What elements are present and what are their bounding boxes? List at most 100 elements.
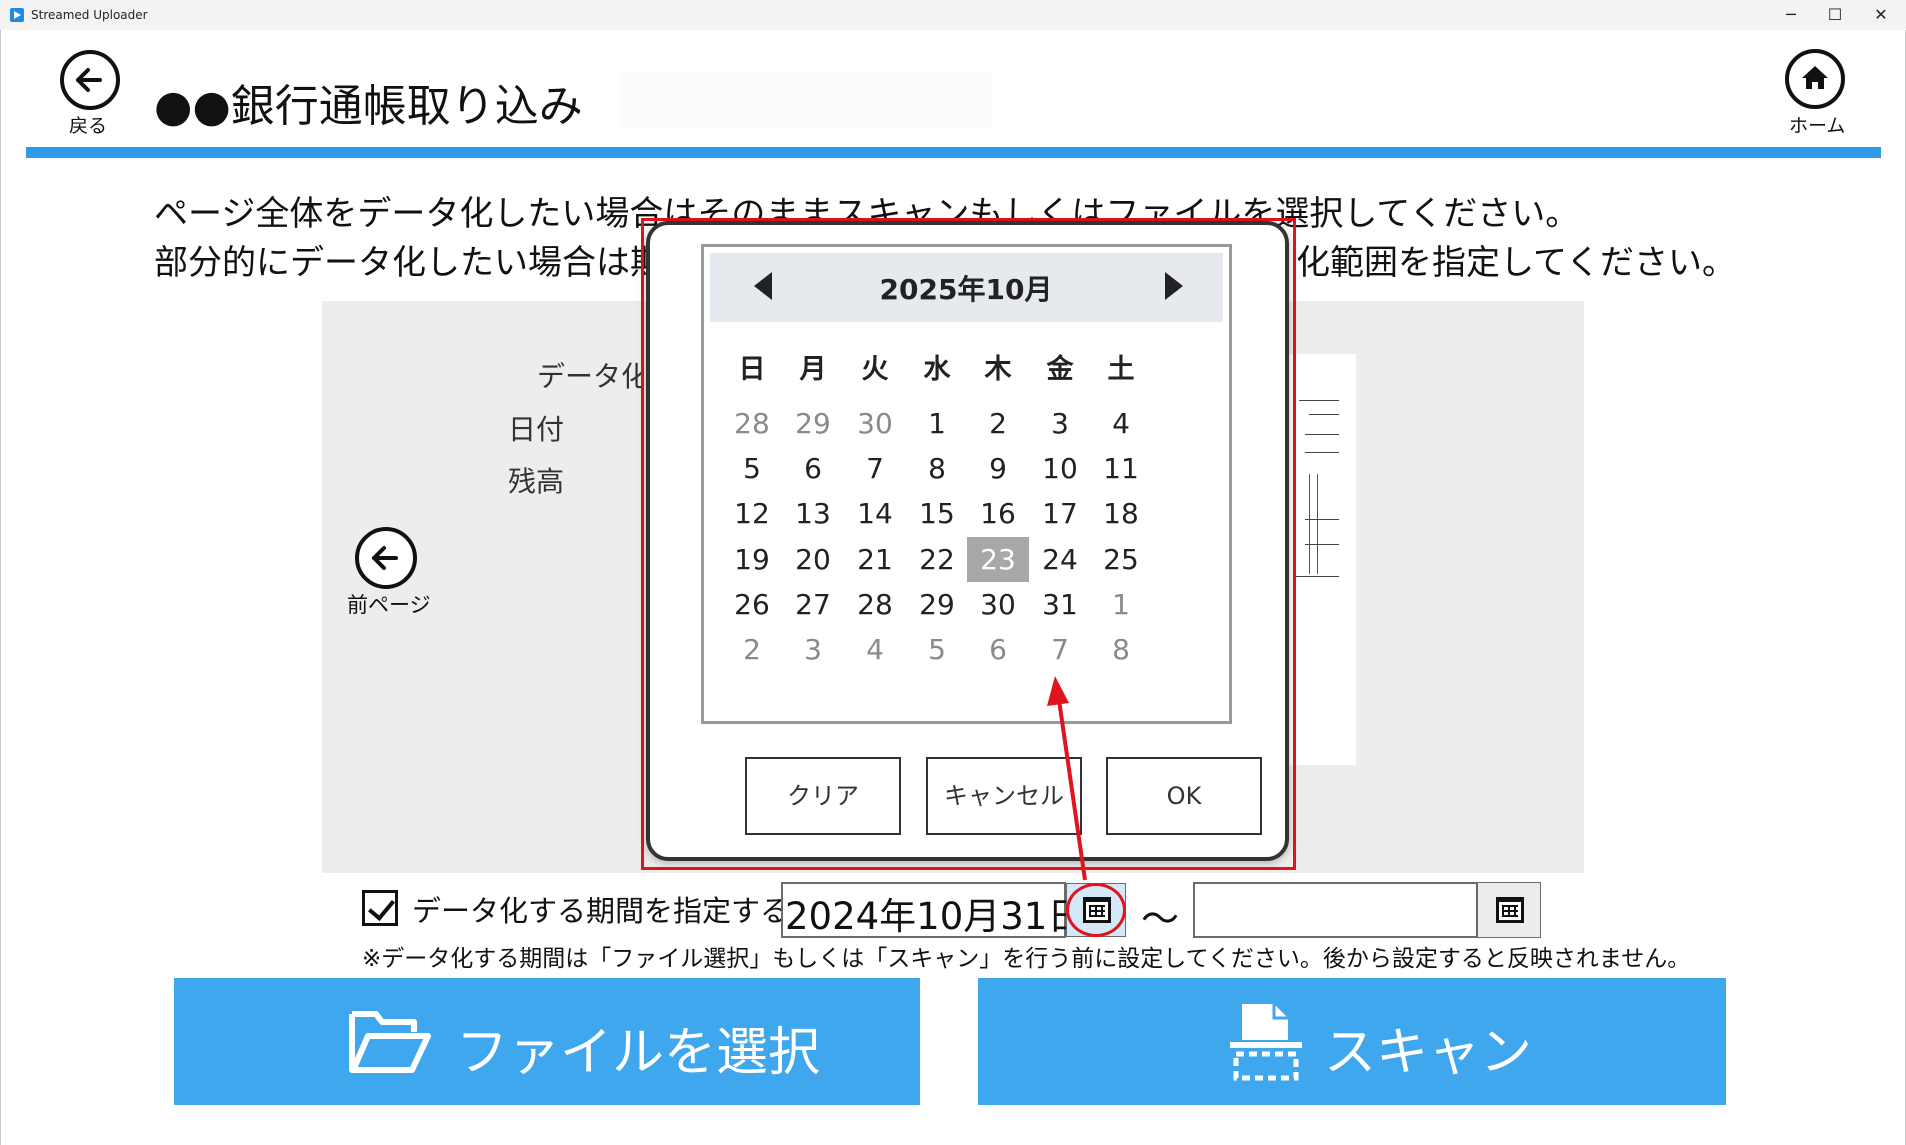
balance-column-label: 残高 (508, 465, 565, 498)
maximize-button[interactable]: ☐ (1810, 0, 1860, 30)
doc-text-line (1305, 452, 1339, 453)
app-icon (10, 8, 24, 22)
datafy-range-label: データ化 (537, 360, 641, 393)
back-label: 戻る (69, 115, 108, 137)
date-column-label: 日付 (508, 413, 565, 446)
previous-page-label: 前ページ (347, 593, 431, 617)
calendar-day[interactable]: 26 (721, 582, 783, 627)
title-edit-area (620, 72, 992, 128)
calendar-day[interactable]: 2 (967, 401, 1029, 446)
calendar-weekday: 金 (1046, 354, 1074, 385)
end-date-calendar-button[interactable] (1477, 882, 1541, 938)
app-title: Streamed Uploader (31, 8, 148, 22)
scan-label: スキャン (1324, 1023, 1533, 1083)
minimize-button[interactable]: ─ (1766, 0, 1816, 30)
folder-icon (349, 1011, 431, 1073)
calendar-weekday: 水 (923, 354, 951, 385)
close-button[interactable]: ✕ (1856, 0, 1906, 30)
start-date-value: 2024年10月31日 (785, 895, 1085, 938)
period-checkbox-label: データ化する期間を指定する (412, 894, 790, 928)
end-date-field[interactable] (1193, 882, 1478, 938)
calendar-day[interactable]: 2 (721, 627, 783, 672)
period-checkbox[interactable] (362, 890, 398, 926)
doc-text-line (1305, 544, 1339, 545)
calendar-day[interactable]: 15 (906, 491, 968, 536)
next-month-button[interactable] (1165, 272, 1183, 300)
back-button[interactable] (60, 50, 120, 110)
select-file-label: ファイルを選択 (456, 1023, 821, 1083)
calendar-day[interactable]: 5 (721, 446, 783, 491)
calendar-day[interactable]: 18 (1090, 491, 1152, 536)
calendar-day[interactable]: 1 (1090, 582, 1152, 627)
calendar-day[interactable]: 4 (844, 627, 906, 672)
calendar-day[interactable]: 19 (721, 537, 783, 582)
date-range-separator: ～ (1141, 897, 1180, 941)
calendar-day[interactable]: 27 (782, 582, 844, 627)
previous-month-button[interactable] (754, 272, 772, 300)
calendar-cancel-button[interactable]: キャンセル (926, 757, 1082, 835)
calendar-ok-button[interactable]: OK (1106, 757, 1262, 835)
calendar-day[interactable]: 7 (844, 446, 906, 491)
doc-text-line (1309, 414, 1339, 415)
calendar-day[interactable]: 10 (1029, 446, 1091, 491)
title-bar: Streamed Uploader ─ ☐ ✕ (0, 0, 1906, 30)
calendar-month-label: 2025年10月 (879, 273, 1053, 306)
calendar-weekday: 木 (984, 354, 1012, 385)
period-note: ※データ化する期間は「ファイル選択」もしくは「スキャン」を行う前に設定してくださ… (362, 946, 1691, 972)
home-button[interactable] (1785, 49, 1845, 109)
calendar-day[interactable]: 6 (782, 446, 844, 491)
previous-page-button[interactable] (355, 527, 417, 589)
home-label: ホーム (1789, 115, 1846, 137)
calendar-day[interactable]: 30 (967, 582, 1029, 627)
instruction-line-2-left: 部分的にデータ化したい場合は期 (154, 243, 664, 283)
instruction-line-2-right: 化範囲を指定してください。 (1296, 243, 1736, 283)
calendar-day[interactable]: 29 (906, 582, 968, 627)
calendar-day[interactable]: 23 (967, 537, 1029, 582)
arrow-left-icon (372, 546, 398, 570)
calendar-day[interactable]: 6 (967, 627, 1029, 672)
doc-table-rule (1309, 474, 1310, 574)
calendar-day[interactable]: 3 (1029, 401, 1091, 446)
calendar-day[interactable]: 30 (844, 401, 906, 446)
calendar-day[interactable]: 31 (1029, 582, 1091, 627)
calendar-day[interactable]: 24 (1029, 537, 1091, 582)
calendar-clear-button[interactable]: クリア (745, 757, 901, 835)
calendar-day[interactable]: 7 (1029, 627, 1091, 672)
calendar-day[interactable]: 29 (782, 401, 844, 446)
calendar-day[interactable]: 28 (721, 401, 783, 446)
calendar-day[interactable]: 8 (1090, 627, 1152, 672)
calendar-day[interactable]: 22 (906, 537, 968, 582)
doc-text-line (1295, 576, 1339, 577)
calendar-day[interactable]: 4 (1090, 401, 1152, 446)
calendar-day[interactable]: 12 (721, 491, 783, 536)
calendar-day[interactable]: 20 (782, 537, 844, 582)
calendar-day[interactable]: 11 (1090, 446, 1152, 491)
calendar-day[interactable]: 17 (1029, 491, 1091, 536)
doc-text-line (1305, 519, 1339, 520)
calendar-day[interactable]: 3 (782, 627, 844, 672)
calendar-weekday: 月 (799, 354, 827, 385)
calendar-day[interactable]: 25 (1090, 537, 1152, 582)
calendar-day[interactable]: 9 (967, 446, 1029, 491)
window-border-left (0, 30, 1, 1145)
calendar-day[interactable]: 16 (967, 491, 1029, 536)
page-title: ●●銀行通帳取り込み (154, 81, 583, 132)
calendar-day[interactable]: 1 (906, 401, 968, 446)
doc-table-rule (1317, 474, 1318, 574)
calendar-weekday: 火 (861, 354, 889, 385)
calendar-day[interactable]: 8 (906, 446, 968, 491)
calendar-day[interactable]: 28 (844, 582, 906, 627)
document-thumbnail[interactable] (1287, 354, 1356, 765)
calendar-day[interactable]: 21 (844, 537, 906, 582)
calendar-weekday: 日 (738, 354, 766, 385)
calendar-day[interactable]: 14 (844, 491, 906, 536)
annotation-circle (1066, 883, 1126, 937)
calendar-weekday: 土 (1107, 354, 1135, 385)
doc-text-line (1299, 400, 1339, 401)
calendar-day[interactable]: 5 (906, 627, 968, 672)
calendar-day[interactable]: 13 (782, 491, 844, 536)
calendar-icon (1496, 897, 1524, 923)
scanner-icon (1230, 1004, 1302, 1081)
doc-text-line (1305, 434, 1339, 435)
arrow-left-icon (76, 68, 102, 92)
